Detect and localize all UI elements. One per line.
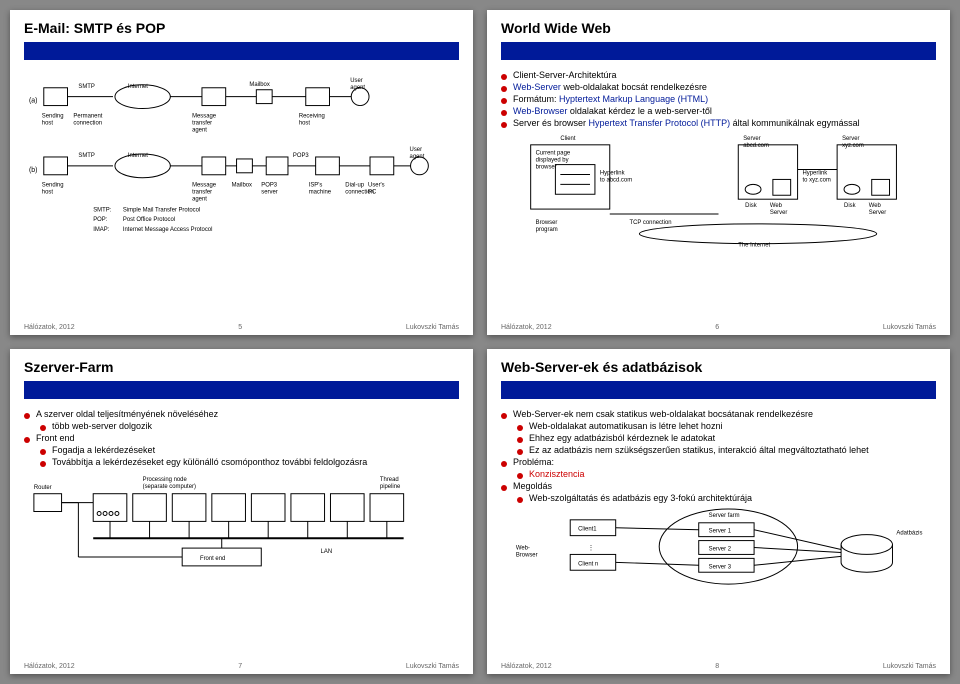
db-arch-diagram: Web-Browser Client1 ⋮ Client n Server fa… xyxy=(501,505,936,594)
svg-text:Hyperlinkto abcd.com: Hyperlinkto abcd.com xyxy=(600,170,632,183)
bullet-item: Client-Server-Architektúra xyxy=(501,70,936,80)
svg-text:POP3server: POP3server xyxy=(261,183,278,196)
slide-title: E-Mail: SMTP és POP xyxy=(24,20,459,36)
svg-text:Messagetransferagent: Messagetransferagent xyxy=(192,183,217,203)
svg-text:Serverxyz.com: Serverxyz.com xyxy=(842,136,864,149)
slide-6: World Wide Web Client-Server-Architektúr… xyxy=(487,10,950,335)
svg-text:IMAP:: IMAP: xyxy=(93,227,109,233)
svg-text:WebServer: WebServer xyxy=(869,203,886,216)
svg-text:Sendinghost: Sendinghost xyxy=(42,113,64,126)
svg-text:Simple Mail Transfer Protocol: Simple Mail Transfer Protocol xyxy=(123,207,200,213)
svg-text:Server farm: Server farm xyxy=(709,513,740,519)
slide-content: (a) Sendinghost SMTP Permanentconnection… xyxy=(24,68,459,319)
bullet-item: Web-Server web-oldalakat bocsát rendelke… xyxy=(501,82,936,92)
page-number: 5 xyxy=(238,324,242,331)
svg-text:Client n: Client n xyxy=(578,561,598,567)
svg-text:Receivinghost: Receivinghost xyxy=(299,113,325,126)
bullet-item: Ehhez egy adatbázisból kérdeznek le adat… xyxy=(517,433,936,443)
svg-text:Front end: Front end xyxy=(200,556,225,562)
bullet-item: Fogadja a lekérdezéseket xyxy=(40,445,459,455)
bullet-item: Web-oldalakat automatikusan is létre leh… xyxy=(517,421,936,431)
svg-text:Client: Client xyxy=(560,136,575,142)
svg-text:Router: Router xyxy=(34,485,52,491)
svg-text:Sendinghost: Sendinghost xyxy=(42,183,64,196)
slide-5: E-Mail: SMTP és POP (a) Sendinghost SMTP… xyxy=(10,10,473,335)
svg-text:Mailbox: Mailbox xyxy=(232,183,252,189)
svg-text:Post Office Protocol: Post Office Protocol xyxy=(123,217,175,223)
slide-content: Client-Server-Architektúra Web-Server web… xyxy=(501,68,936,319)
bullet-item: Továbbítja a lekérdezéseket egy különáll… xyxy=(40,457,459,467)
svg-text:Permanentconnection: Permanentconnection xyxy=(73,113,102,126)
svg-text:TCP connection: TCP connection xyxy=(630,220,672,226)
bullet-item: Probléma:Konzisztencia xyxy=(501,457,936,479)
bullet-item: több web-server dolgozik xyxy=(40,421,459,431)
svg-text:WebServer: WebServer xyxy=(770,203,787,216)
bullet-item: Web-Browser oldalakat kérdez le a web-se… xyxy=(501,106,936,116)
bullet-item: Server és browser Hypertext Transfer Pro… xyxy=(501,118,936,128)
svg-text:Server 1: Server 1 xyxy=(709,529,731,535)
slide-7: Szerver-Farm A szerver oldal teljesítmén… xyxy=(10,349,473,674)
svg-text:Server 2: Server 2 xyxy=(709,546,731,552)
svg-text:Hyperlinkto xyz.com: Hyperlinkto xyz.com xyxy=(803,170,831,183)
bullet-item: Web-Server-ek nem csak statikus web-olda… xyxy=(501,409,936,455)
title-bar xyxy=(24,381,459,399)
slide-title: Web-Server-ek és adatbázisok xyxy=(501,359,936,375)
title-bar xyxy=(24,42,459,60)
svg-text:The Internet: The Internet xyxy=(738,243,770,249)
svg-text:(a): (a) xyxy=(29,98,37,105)
svg-text:POP:: POP: xyxy=(93,217,108,223)
svg-text:Browserprogram: Browserprogram xyxy=(536,220,558,233)
bullet-item: Formátum: Hyptertext Markup Language (HT… xyxy=(501,94,936,104)
svg-text:POP3: POP3 xyxy=(293,153,310,159)
svg-text:ISP'smachine: ISP'smachine xyxy=(309,183,332,196)
bullet-item: Konzisztencia xyxy=(517,469,936,479)
www-diagram: Client Current pagedisplayed bybrowser H… xyxy=(501,130,936,249)
svg-text:Internet Message Access Protoc: Internet Message Access Protocol xyxy=(123,227,213,233)
bullet-item: MegoldásWeb-szolgáltatás és adatbázis eg… xyxy=(501,481,936,503)
svg-text:SMTP: SMTP xyxy=(78,84,95,90)
bullet-item: Web-szolgáltatás és adatbázis egy 3-fokú… xyxy=(517,493,936,503)
slide-title: Szerver-Farm xyxy=(24,359,459,375)
svg-text:Server 3: Server 3 xyxy=(709,564,732,570)
smtp-pop-diagram: (a) Sendinghost SMTP Permanentconnection… xyxy=(24,68,459,236)
title-bar xyxy=(501,381,936,399)
svg-text:Web-Browser: Web-Browser xyxy=(516,545,538,558)
svg-text:Disk: Disk xyxy=(844,203,856,209)
svg-text:Useragent: Useragent xyxy=(410,147,425,160)
svg-text:Disk: Disk xyxy=(745,203,757,209)
svg-text:Serverabcd.com: Serverabcd.com xyxy=(743,136,769,149)
footer-right: Lukovszki Tamás xyxy=(406,324,459,331)
svg-text:Useragent: Useragent xyxy=(350,78,365,91)
svg-text:Adatbázis: Adatbázis xyxy=(896,531,922,537)
title-bar xyxy=(501,42,936,60)
svg-text:User'sPC: User'sPC xyxy=(368,183,385,196)
svg-text:SMTP: SMTP xyxy=(78,153,95,159)
bullet-item: Front endFogadja a lekérdezéseketTovábbí… xyxy=(24,433,459,467)
svg-text:Internet: Internet xyxy=(128,84,148,90)
bullet-item: A szerver oldal teljesítményének növelés… xyxy=(24,409,459,431)
slide-content: Web-Server-ek nem csak statikus web-olda… xyxy=(501,407,936,658)
svg-text:Processing node(separate compu: Processing node(separate computer) xyxy=(143,477,196,490)
slide-8: Web-Server-ek és adatbázisok Web-Server-… xyxy=(487,349,950,674)
svg-text:SMTP:: SMTP: xyxy=(93,207,111,213)
svg-text:⋮: ⋮ xyxy=(588,545,594,551)
svg-text:Internet: Internet xyxy=(128,153,148,159)
bullet-item: Ez az adatbázis nem szükségszerűen stati… xyxy=(517,445,936,455)
footer-left: Hálózatok, 2012 xyxy=(24,324,75,331)
svg-text:Client1: Client1 xyxy=(578,527,596,533)
svg-text:Mailbox: Mailbox xyxy=(249,82,269,88)
serverfarm-diagram: Router Processing node(separate computer… xyxy=(24,469,459,578)
svg-text:Messagetransferagent: Messagetransferagent xyxy=(192,113,217,133)
slide-content: A szerver oldal teljesítményének növelés… xyxy=(24,407,459,658)
svg-text:(b): (b) xyxy=(29,167,37,174)
svg-text:Threadpipeline: Threadpipeline xyxy=(380,477,401,490)
svg-text:LAN: LAN xyxy=(321,549,333,555)
svg-text:Current pagedisplayed bybrowse: Current pagedisplayed bybrowser xyxy=(536,151,571,171)
slide-title: World Wide Web xyxy=(501,20,936,36)
